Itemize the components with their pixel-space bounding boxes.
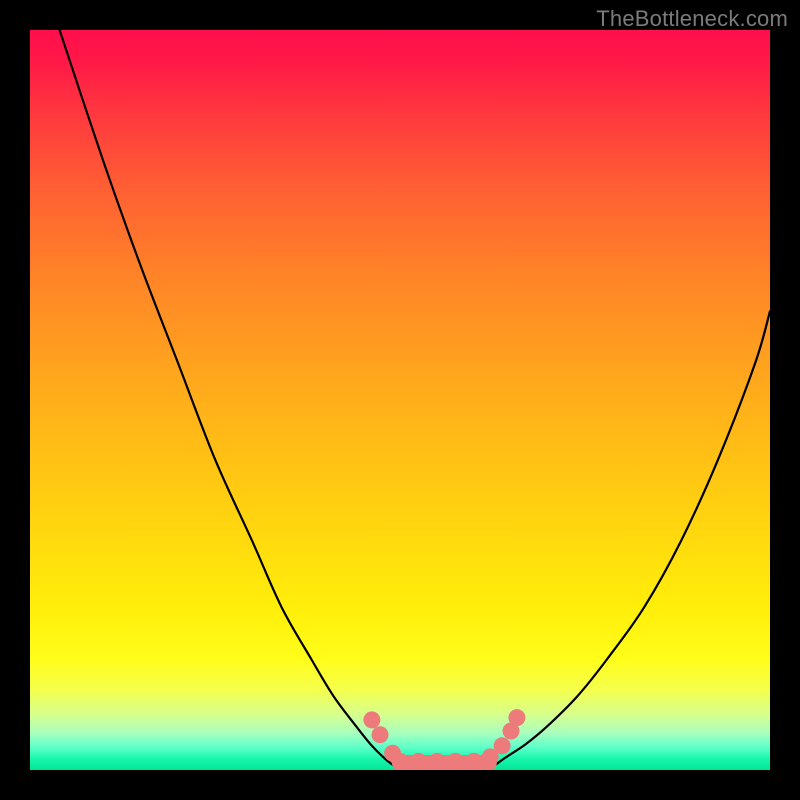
data-marker	[466, 753, 483, 770]
left-branch-path	[60, 30, 400, 770]
data-marker	[429, 753, 446, 770]
data-marker	[447, 753, 464, 770]
watermark-text: TheBottleneck.com	[596, 6, 788, 32]
data-marker	[372, 726, 389, 743]
data-marker	[508, 709, 525, 726]
plot-area	[30, 30, 770, 770]
data-marker	[363, 711, 380, 728]
data-marker	[392, 753, 409, 770]
chart-stage: TheBottleneck.com	[0, 0, 800, 800]
right-branch-path	[489, 311, 770, 770]
curve-svg	[30, 30, 770, 770]
data-marker	[494, 737, 511, 754]
data-marker	[410, 753, 427, 770]
